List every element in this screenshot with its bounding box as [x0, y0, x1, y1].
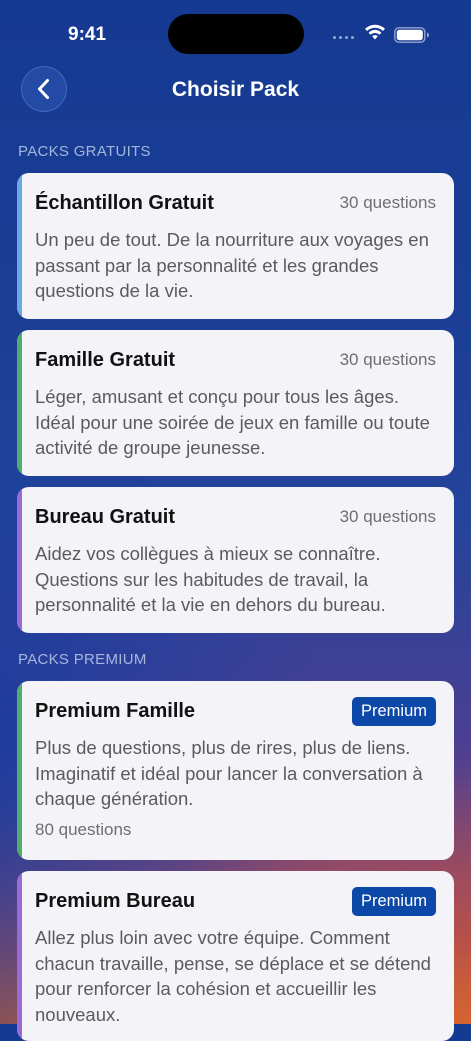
card-accent — [17, 487, 22, 633]
battery-icon — [394, 27, 429, 43]
pack-title: Bureau Gratuit — [35, 505, 176, 528]
premium-badge: Premium — [351, 696, 436, 726]
card-accent — [17, 871, 22, 1041]
premium-badge: Premium — [351, 886, 436, 916]
dynamic-island — [168, 14, 304, 54]
card-accent — [17, 681, 22, 860]
card-accent — [17, 330, 22, 476]
pack-card-premium-bureau[interactable]: Premium Bureau Premium Allez plus loin a… — [17, 871, 454, 1041]
pack-card-premium-famille[interactable]: Premium Famille Premium Plus de question… — [17, 681, 454, 860]
signal-icon — [333, 36, 354, 39]
question-count: 30 questions — [339, 193, 436, 212]
question-count: 30 questions — [339, 350, 436, 369]
status-time: 9:41 — [68, 24, 107, 45]
pack-title: Famille Gratuit — [35, 348, 176, 371]
pack-title: Premium Bureau — [35, 889, 196, 912]
question-count: 80 questions — [35, 819, 132, 839]
section-header-premium: PACKS PREMIUM — [18, 651, 147, 668]
nav-bar: Choisir Pack — [0, 66, 471, 114]
wifi-icon — [365, 24, 385, 40]
question-count: 30 questions — [339, 507, 436, 526]
pack-title: Premium Famille — [35, 699, 196, 722]
pack-card-echantillon-gratuit[interactable]: Échantillon Gratuit 30 questions Un peu … — [17, 173, 454, 319]
pack-description: Léger, amusant et conçu pour tous les âg… — [35, 386, 430, 458]
pack-description: Allez plus loin avec votre équipe. Comme… — [35, 927, 431, 1025]
section-header-free: PACKS GRATUITS — [18, 143, 151, 160]
pack-title: Échantillon Gratuit — [35, 191, 214, 214]
pack-card-famille-gratuit[interactable]: Famille Gratuit 30 questions Léger, amus… — [17, 330, 454, 476]
status-bar: 9:41 — [0, 0, 471, 66]
pack-description: Aidez vos collègues à mieux se connaître… — [35, 543, 386, 615]
pack-card-bureau-gratuit[interactable]: Bureau Gratuit 30 questions Aidez vos co… — [17, 487, 454, 633]
pack-description: Un peu de tout. De la nourriture aux voy… — [35, 229, 429, 301]
pack-description: Plus de questions, plus de rires, plus d… — [35, 737, 423, 809]
page-title: Choisir Pack — [171, 78, 300, 101]
card-accent — [17, 173, 22, 319]
